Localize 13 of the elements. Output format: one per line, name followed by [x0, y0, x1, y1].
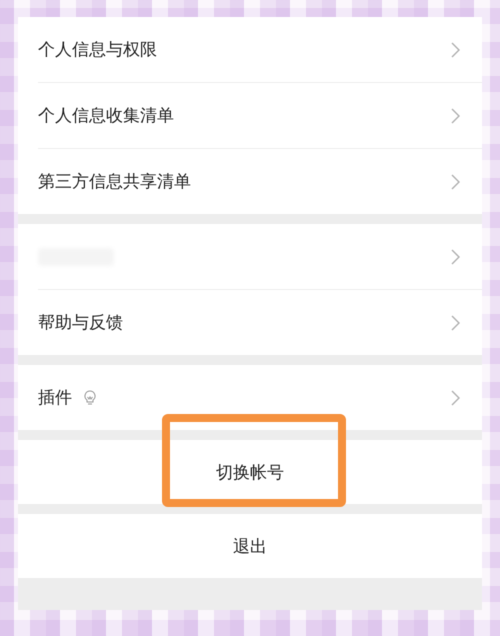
chevron-right-icon — [451, 390, 460, 406]
chevron-right-icon — [451, 174, 460, 190]
chevron-right-icon — [451, 314, 460, 330]
chevron-right-icon — [451, 42, 460, 58]
chevron-right-icon — [451, 108, 460, 124]
settings-item[interactable]: 帮助与反馈 — [38, 289, 482, 355]
settings-item[interactable]: 个人信息与权限 — [38, 17, 482, 82]
action-button[interactable]: 切换帐号 — [18, 440, 482, 504]
settings-item[interactable]: 第三方信息共享清单 — [38, 148, 482, 214]
action-button[interactable]: 退出 — [18, 514, 482, 578]
chevron-right-icon — [451, 248, 460, 264]
settings-item[interactable]: 插件 — [38, 365, 482, 430]
settings-item[interactable]: 个人信息收集清单 — [38, 82, 482, 148]
